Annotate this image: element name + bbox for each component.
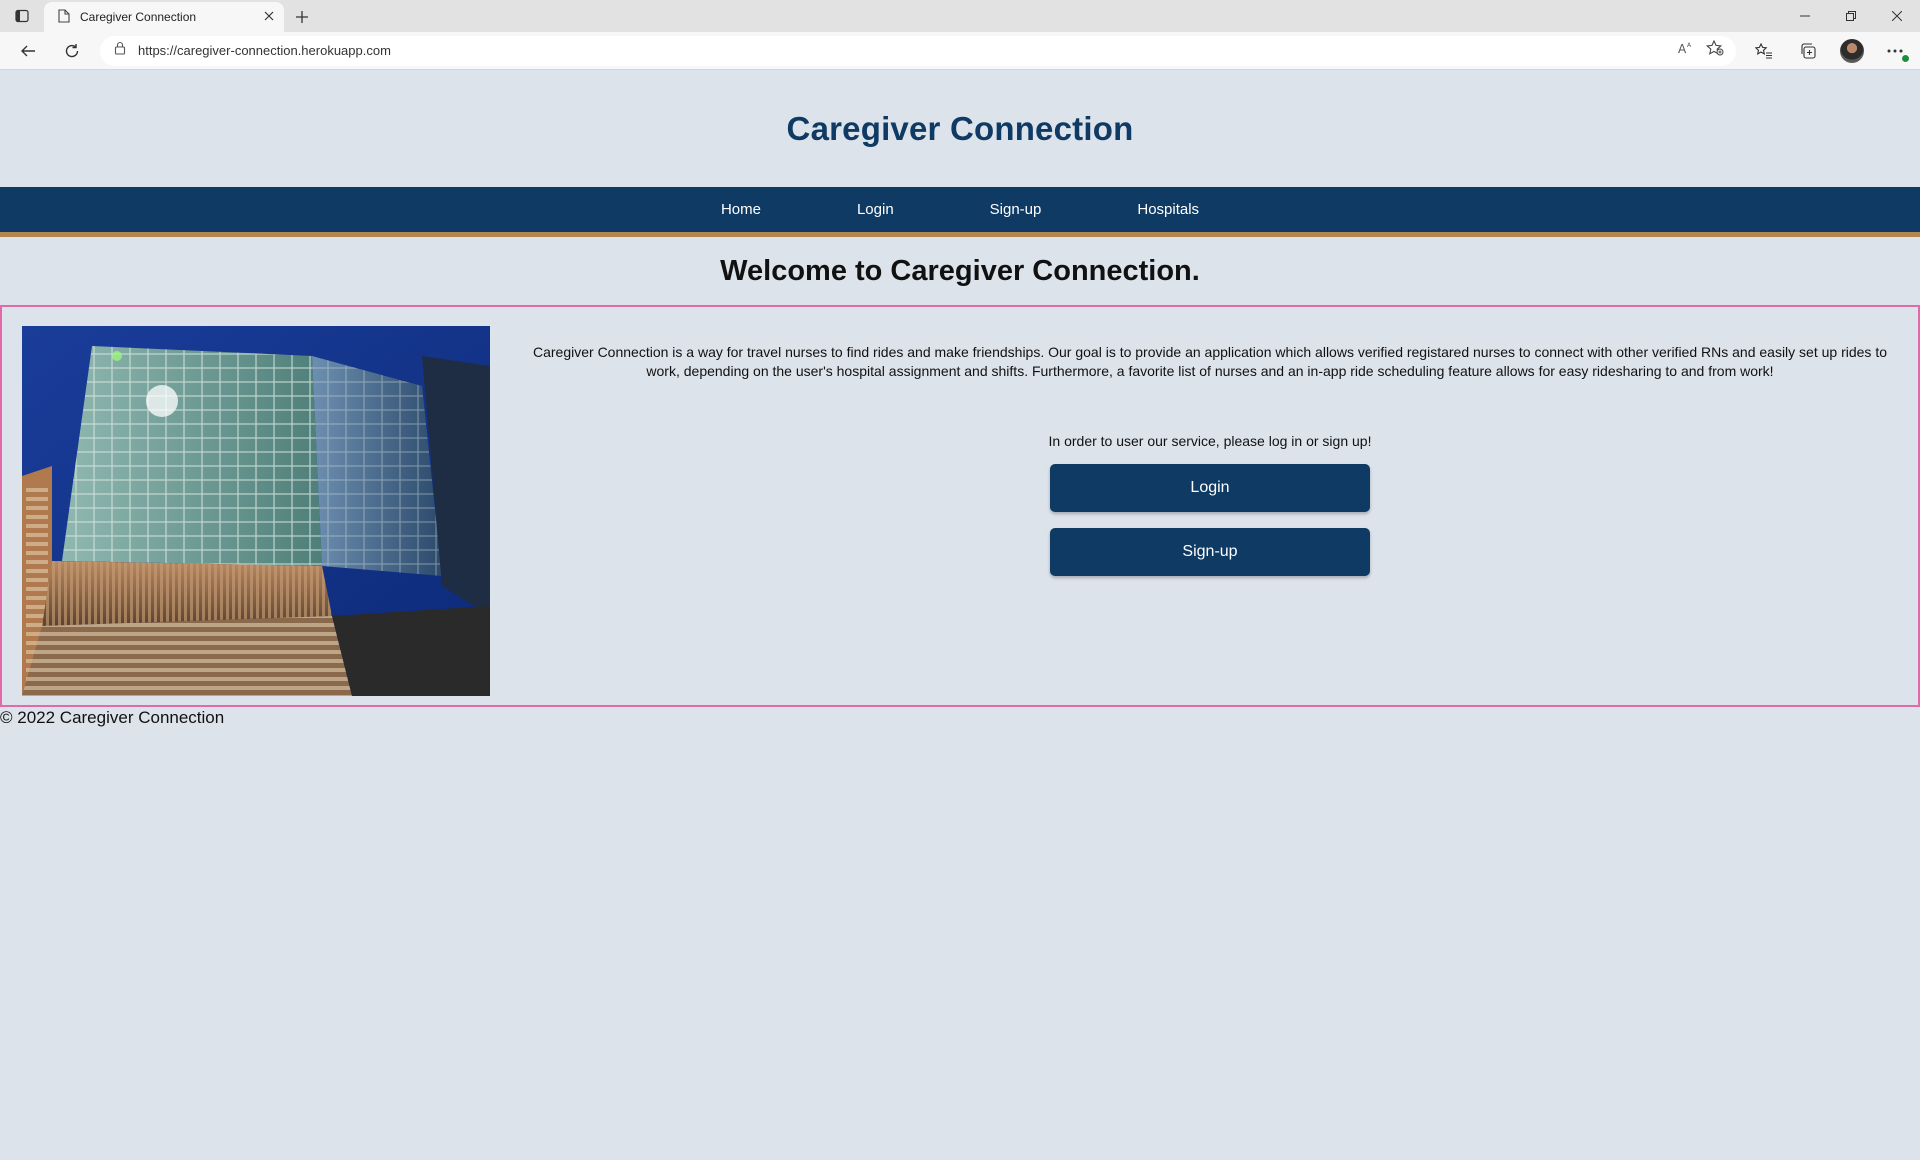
refresh-icon[interactable] [50, 34, 94, 68]
lock-icon[interactable] [114, 41, 126, 60]
hospital-building-image [22, 326, 490, 696]
toolbar-right [1746, 35, 1914, 67]
address-bar[interactable]: https://caregiver-connection.herokuapp.c… [100, 35, 1736, 66]
browser-tab[interactable]: Caregiver Connection [44, 2, 284, 32]
login-prompt: In order to user our service, please log… [1048, 433, 1372, 449]
main-content: Caregiver Connection is a way for travel… [0, 305, 1920, 707]
url-text[interactable]: https://caregiver-connection.herokuapp.c… [138, 43, 1666, 58]
intro-text: Caregiver Connection is a way for travel… [532, 344, 1887, 379]
login-button[interactable]: Login [1050, 464, 1370, 512]
more-icon[interactable] [1878, 35, 1914, 67]
sidebar-icon[interactable] [0, 0, 44, 32]
svg-text:A: A [1687, 42, 1692, 49]
restore-icon[interactable] [1828, 0, 1874, 32]
profile-button[interactable] [1834, 35, 1870, 67]
nav-home[interactable]: Home [673, 187, 809, 232]
intro-panel: Caregiver Connection is a way for travel… [522, 326, 1898, 576]
plus-icon[interactable] [284, 2, 320, 32]
signup-button[interactable]: Sign-up [1050, 528, 1370, 576]
welcome-heading: Welcome to Caregiver Connection. [720, 254, 1200, 287]
footer-copyright: © 2022 Caregiver Connection [0, 708, 225, 727]
favorites-icon[interactable] [1746, 35, 1782, 67]
site-header: Caregiver Connection [0, 70, 1920, 187]
back-icon[interactable] [6, 34, 50, 68]
close-icon[interactable] [264, 10, 274, 24]
site-nav: Home Login Sign-up Hospitals [0, 187, 1920, 237]
nav-hospitals[interactable]: Hospitals [1089, 187, 1247, 232]
close-window-icon[interactable] [1874, 0, 1920, 32]
notification-badge-icon [1901, 53, 1910, 63]
browser-tabbar: Caregiver Connection [0, 0, 1920, 32]
minimize-icon[interactable] [1782, 0, 1828, 32]
page-icon [58, 8, 70, 26]
nav-login[interactable]: Login [809, 187, 942, 232]
nav-signup[interactable]: Sign-up [942, 187, 1090, 232]
read-aloud-icon[interactable]: AA [1678, 41, 1694, 60]
avatar [1840, 38, 1864, 63]
collections-icon[interactable] [1790, 35, 1826, 67]
window-controls [1782, 0, 1920, 32]
favorite-add-icon[interactable] [1705, 39, 1724, 61]
svg-text:A: A [1678, 42, 1687, 55]
tab-title: Caregiver Connection [80, 10, 197, 24]
browser-toolbar: https://caregiver-connection.herokuapp.c… [0, 32, 1920, 70]
site-title: Caregiver Connection [786, 109, 1134, 147]
